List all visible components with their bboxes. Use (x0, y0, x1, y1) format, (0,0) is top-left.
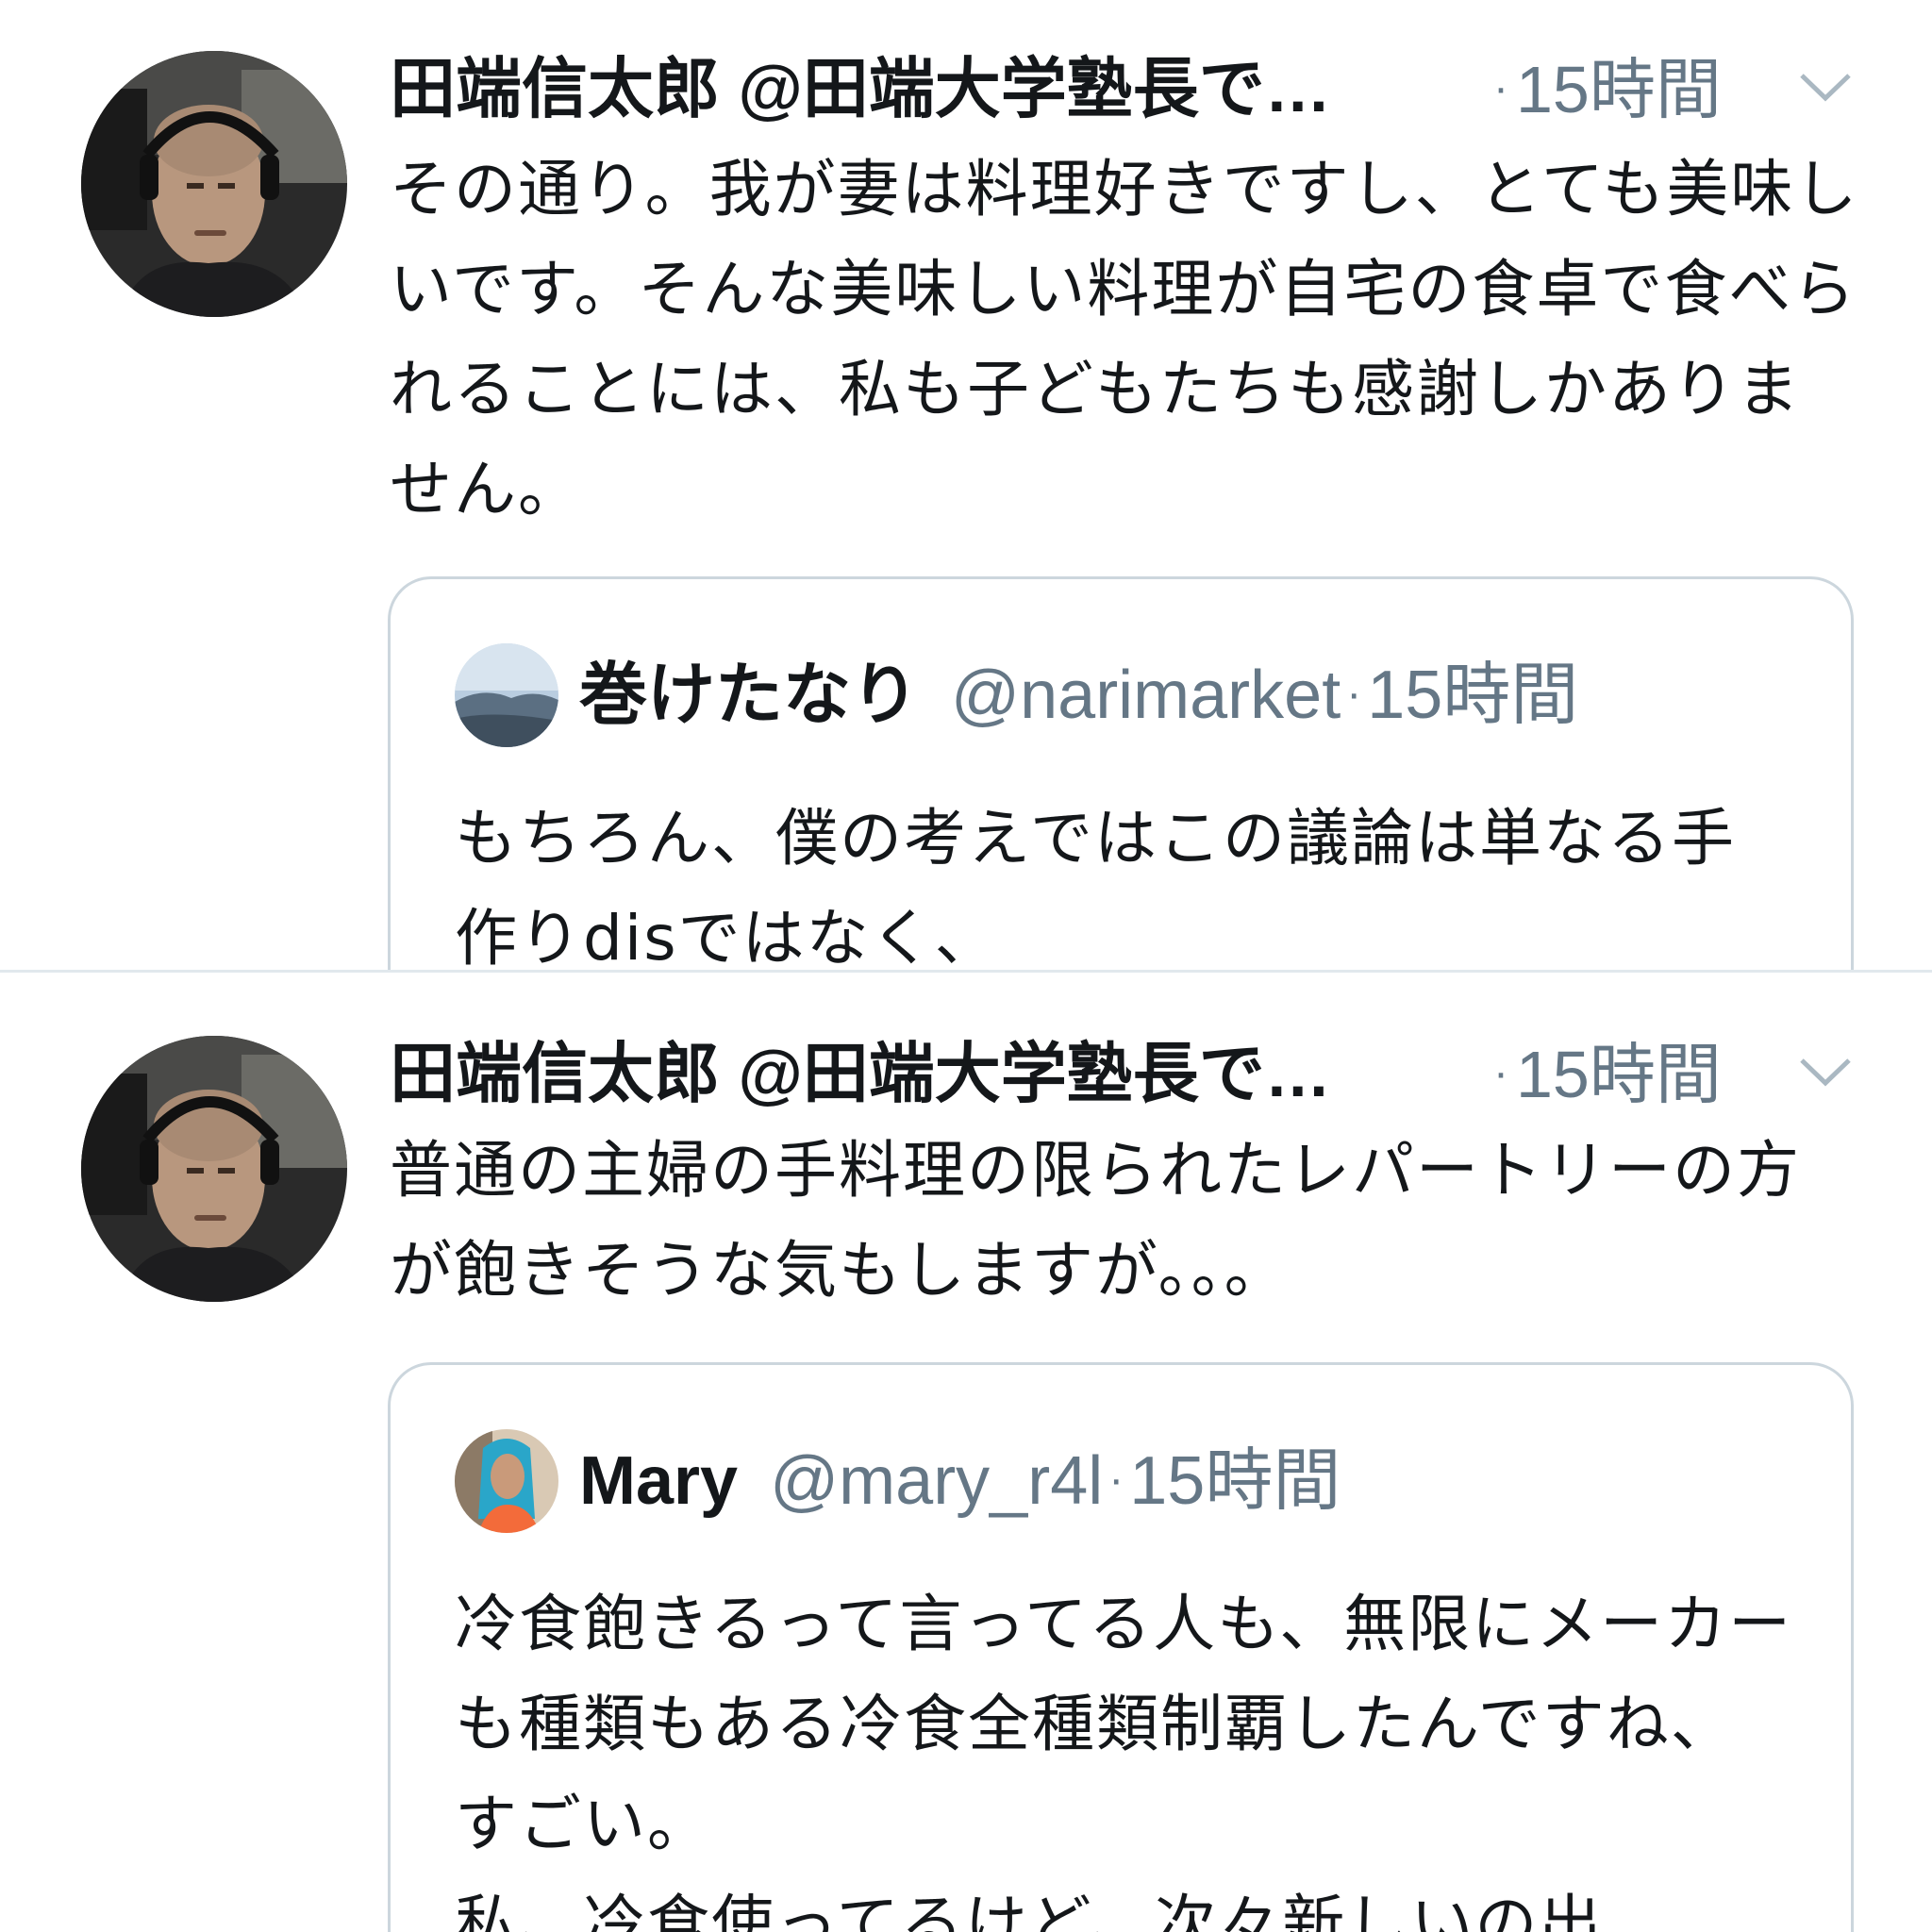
quoted-author-avatar[interactable] (455, 1429, 558, 1533)
tweet[interactable]: 田端信太郎 @田端大学塾長で… · 15時間 その通り。我が妻は料理好きですし、と… (0, 0, 1932, 970)
chevron-down-icon[interactable] (1798, 1051, 1853, 1092)
separator-dot: · (1108, 1455, 1124, 1505)
tweet-timestamp[interactable]: · 15時間 (1493, 1034, 1722, 1114)
profile-photo-landscape-icon (455, 643, 558, 747)
quoted-timestamp[interactable]: 15時間 (1367, 658, 1578, 733)
tweet-timestamp[interactable]: · 15時間 (1493, 49, 1722, 129)
author-avatar[interactable] (81, 51, 347, 317)
quoted-timestamp[interactable]: 15時間 (1129, 1443, 1341, 1519)
author-avatar[interactable] (81, 1036, 347, 1302)
quoted-author-handle[interactable]: @mary_r4l (770, 1443, 1103, 1519)
quoted-tweet-header: 巻けたなり @narimarket ·15時間 (579, 647, 1578, 741)
quoted-tweet[interactable]: Mary @mary_r4l ·15時間 冷食飽きるって言ってる人も、無限にメーカー… (388, 1362, 1854, 1932)
separator-dot: · (1493, 1048, 1508, 1098)
separator-dot: · (1493, 63, 1508, 113)
tweet-text: その通り。我が妻は料理好きですし、とても美味しいです。そんな美味しい料理が自宅の… (390, 153, 1859, 525)
quoted-tweet[interactable]: 巻けたなり @narimarket ·15時間 もちろん、僕の考えではこの議論は単な… (388, 576, 1854, 970)
chevron-down-icon[interactable] (1798, 66, 1853, 108)
profile-photo-man-headphones-icon (81, 1036, 347, 1302)
tweet-text: 普通の主婦の手料理の限られたレパートリーの方が飽きそうな気もしますが。。。 (390, 1134, 1801, 1307)
profile-photo-woman-blue-hair-icon (455, 1429, 558, 1533)
timestamp-text: 15時間 (1515, 53, 1722, 126)
quoted-author-avatar[interactable] (455, 643, 558, 747)
author-name[interactable]: 田端信太郎 @田端大学塾長で… (390, 49, 1418, 128)
separator-dot: · (1346, 669, 1362, 719)
timeline: 田端信太郎 @田端大学塾長で… · 15時間 その通り。我が妻は料理好きですし、と… (0, 0, 1932, 1932)
quoted-author-name[interactable]: 巻けたなり (579, 658, 919, 733)
tweet[interactable]: 田端信太郎 @田端大学塾長で… · 15時間 普通の主婦の手料理の限られたレパート… (0, 973, 1932, 1932)
author-name[interactable]: 田端信太郎 @田端大学塾長で… (390, 1034, 1418, 1113)
quoted-author-handle[interactable]: @narimarket (951, 658, 1341, 733)
quoted-tweet-text: 冷食飽きるって言ってる人も、無限にメーカーも種類もある冷食全種類制覇したんですね… (455, 1588, 1793, 1932)
quoted-author-name[interactable]: Mary (579, 1443, 738, 1519)
tweet-header: 田端信太郎 @田端大学塾長で… · 15時間 (390, 38, 1861, 142)
timestamp-text: 15時間 (1515, 1038, 1722, 1111)
quoted-tweet-text: もちろん、僕の考えではこの議論は単なる手作りdisではなく、 (455, 802, 1737, 970)
tweet-header: 田端信太郎 @田端大学塾長で… · 15時間 (390, 1023, 1861, 1126)
profile-photo-man-headphones-icon (81, 51, 347, 317)
quoted-tweet-header: Mary @mary_r4l ·15時間 (579, 1433, 1341, 1527)
